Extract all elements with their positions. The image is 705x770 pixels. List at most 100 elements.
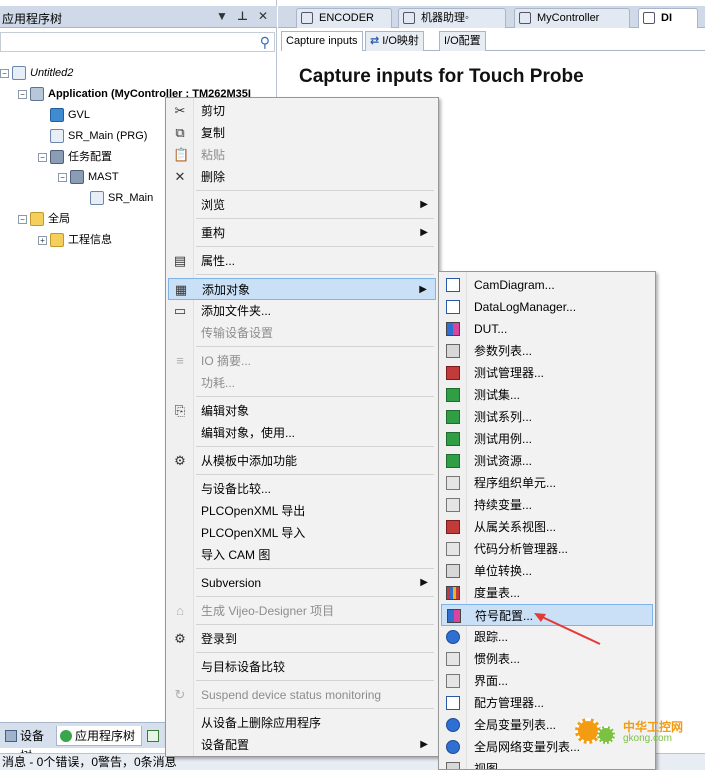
expand-icon[interactable]: + [38, 235, 47, 245]
close-icon[interactable]: ✕ [258, 9, 268, 23]
menu-item-label: 从模板中添加功能 [201, 454, 298, 468]
submenu-item[interactable]: 视图 [441, 758, 653, 769]
tree-node[interactable]: SR_Main (PRG) [38, 127, 147, 145]
submenu-item-label: 惯例表... [474, 652, 521, 666]
context-menu-item[interactable]: 编辑对象，使用... [168, 422, 436, 444]
context-menu-item[interactable]: ⚙ 从模板中添加功能 [168, 450, 436, 472]
annotation-arrow-icon [534, 613, 601, 645]
context-menu-item[interactable]: 与目标设备比较 [168, 656, 436, 678]
submenu-item[interactable]: 从属关系视图... [441, 516, 653, 538]
context-menu-item[interactable]: ▤ 属性... [168, 250, 436, 272]
editor-sub-tabs: Capture inputs ⇄ I/O映射 I/O配置 [281, 31, 705, 51]
context-menu-item[interactable]: 浏览 ▶ [168, 194, 436, 216]
submenu-item[interactable]: 测试资源... [441, 450, 653, 472]
submenu-item[interactable]: 测试用例... [441, 428, 653, 450]
collapse-icon[interactable]: − [58, 172, 67, 182]
sub-tab-label: Capture inputs [286, 35, 358, 47]
object-type-icon [446, 674, 460, 688]
context-menu-item[interactable]: 导入 CAM 图 [168, 544, 436, 566]
tree-node-label: Untitled2 [30, 67, 74, 79]
menu-separator [196, 190, 434, 191]
submenu-item[interactable]: 惯例表... [441, 648, 653, 670]
collapse-icon[interactable]: − [18, 214, 27, 224]
tree-node[interactable]: − 全局 [18, 210, 70, 228]
submenu-item[interactable]: 测试集... [441, 384, 653, 406]
submenu-item-label: 持续变量... [474, 498, 533, 512]
submenu-item[interactable]: 配方管理器... [441, 692, 653, 714]
document-tabs: ENCODER 机器助理◦ MyController DI [278, 6, 705, 28]
submenu-item[interactable]: 代码分析管理器... [441, 538, 653, 560]
context-menu-item[interactable]: ✕ 删除 [168, 166, 436, 188]
collapse-icon[interactable]: − [18, 89, 27, 99]
object-type-icon [446, 498, 460, 512]
document-tab[interactable]: 机器助理◦ [398, 8, 506, 28]
menu-separator [196, 346, 434, 347]
submenu-item[interactable]: DataLogManager... [441, 296, 653, 318]
submenu-item[interactable]: DUT... [441, 318, 653, 340]
menu-item-icon: ▦ [174, 282, 188, 297]
context-menu-item[interactable]: ▭ 添加文件夹... [168, 300, 436, 322]
context-menu-item[interactable]: ⎘ 编辑对象 [168, 400, 436, 422]
submenu-item[interactable]: 程序组织单元... [441, 472, 653, 494]
sub-tab-label: I/O映射 [382, 35, 419, 47]
tab-label: 应用程序树 [75, 729, 136, 743]
tree-node[interactable]: SR_Main [78, 189, 153, 207]
collapse-icon[interactable]: − [38, 152, 47, 162]
context-menu-item[interactable]: PLCOpenXML 导入 [168, 522, 436, 544]
submenu-item-label: 跟踪... [474, 630, 509, 644]
tree-search-input[interactable]: ⚲ [0, 32, 275, 52]
menu-item-label: 生成 Vijeo-Designer 项目 [201, 604, 335, 618]
document-tab[interactable]: MyController [514, 8, 630, 28]
menu-separator [196, 624, 434, 625]
document-tab[interactable]: DI [638, 8, 698, 28]
context-menu-item[interactable]: ⧉ 复制 [168, 122, 436, 144]
document-tab[interactable]: ENCODER [296, 8, 392, 28]
context-menu-item[interactable]: ▦ 添加对象 ▶ [168, 278, 436, 300]
tab-application-tree[interactable]: 应用程序树 [56, 726, 142, 746]
submenu-item[interactable]: 测试系列... [441, 406, 653, 428]
context-menu-item[interactable]: PLCOpenXML 导出 [168, 500, 436, 522]
tab-tool-tree[interactable] [144, 726, 164, 746]
submenu-item-label: 度量表... [474, 586, 521, 600]
context-menu: ✂ 剪切 ⧉ 复制 📋 粘贴 ✕ 删除 浏览 ▶ 重构 ▶ ▤ 属性... ▦ 添加对象 ▶ ▭ 添加文件夹... 传… [165, 97, 439, 757]
tree-node[interactable]: + 工程信息 [38, 231, 112, 249]
object-type-icon [446, 344, 460, 358]
object-type-icon [446, 718, 460, 732]
submenu-arrow-icon: ▶ [420, 577, 428, 588]
object-type-icon [446, 432, 460, 446]
menu-item-icon [173, 482, 187, 496]
menu-item-icon [173, 326, 187, 340]
context-menu-item[interactable]: 重构 ▶ [168, 222, 436, 244]
tab-device-tree[interactable]: 设备树 [2, 726, 54, 763]
document-icon [12, 66, 26, 81]
context-menu-item[interactable]: 设备配置 ▶ [168, 734, 436, 756]
tree-node-label: GVL [68, 109, 91, 121]
submenu-item[interactable]: 度量表... [441, 582, 653, 604]
pin-icon[interactable]: ⊥ [237, 9, 248, 23]
search-icon[interactable]: ⚲ [260, 34, 270, 51]
submenu-item-label: 测试资源... [474, 454, 533, 468]
tree-node[interactable]: − 任务配置 [38, 148, 112, 166]
editor-sub-tab[interactable]: I/O配置 [439, 31, 486, 51]
context-menu-item[interactable]: ⚙ 登录到 [168, 628, 436, 650]
context-menu-item[interactable]: Subversion ▶ [168, 572, 436, 594]
submenu-item[interactable]: 界面... [441, 670, 653, 692]
context-menu-item[interactable]: 从设备上删除应用程序 [168, 712, 436, 734]
menu-item-label: 与目标设备比较 [201, 660, 286, 674]
editor-sub-tab[interactable]: Capture inputs [281, 31, 363, 51]
tree-node[interactable]: − Untitled2 [0, 64, 73, 82]
context-menu-item[interactable]: ✂ 剪切 [168, 100, 436, 122]
collapse-icon[interactable]: − [0, 68, 9, 78]
context-menu-item[interactable]: 与设备比较... [168, 478, 436, 500]
submenu-item[interactable]: 单位转换... [441, 560, 653, 582]
globe-icon [50, 108, 64, 123]
tree-node[interactable]: − MAST [58, 168, 119, 186]
submenu-item[interactable]: 持续变量... [441, 494, 653, 516]
dropdown-icon[interactable]: ▼ [216, 9, 228, 23]
editor-sub-tab[interactable]: ⇄ I/O映射 [365, 31, 424, 51]
submenu-item[interactable]: 参数列表... [441, 340, 653, 362]
submenu-item[interactable]: 测试管理器... [441, 362, 653, 384]
submenu-item[interactable]: CamDiagram... [441, 274, 653, 296]
tree-node[interactable]: GVL [38, 106, 90, 124]
menu-item-label: 编辑对象，使用... [201, 426, 296, 440]
